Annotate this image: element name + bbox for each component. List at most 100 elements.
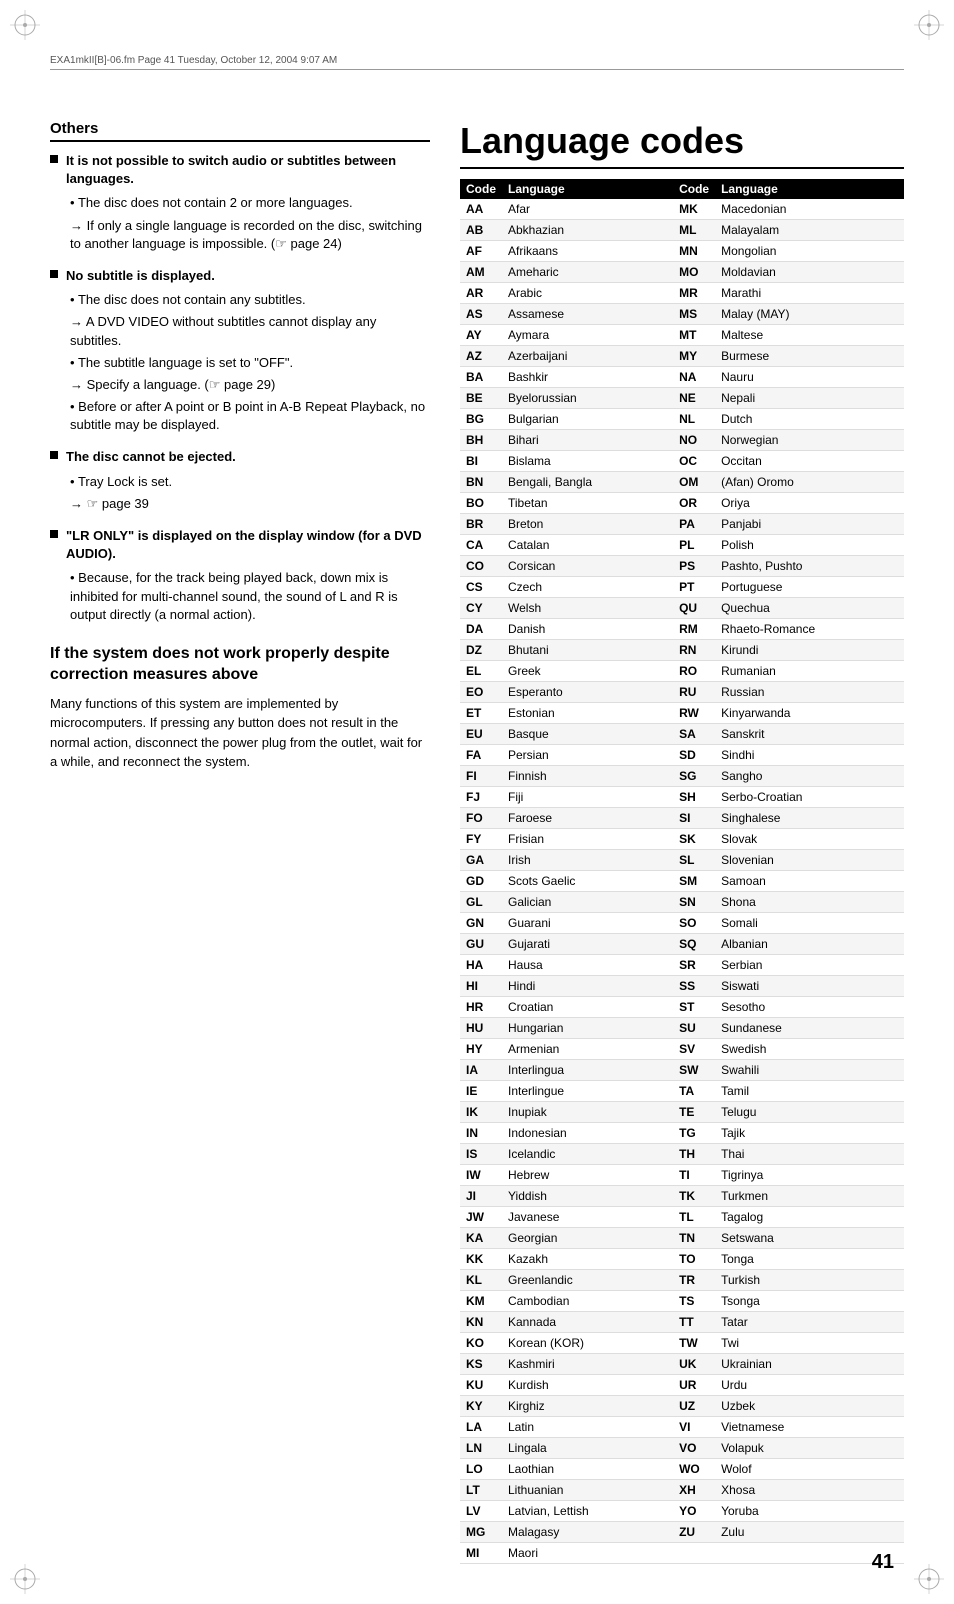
bullet-audio-subtitles: It is not possible to switch audio or su… xyxy=(50,152,430,188)
lang-code: TO xyxy=(673,1249,715,1270)
table-row: GUGujaratiSQAlbanian xyxy=(460,934,904,955)
bullet-audio-subtitles-heading: It is not possible to switch audio or su… xyxy=(66,153,396,186)
page-number: 41 xyxy=(872,1551,894,1574)
lang-name: Malay (MAY) xyxy=(715,304,904,325)
lang-name: Galician xyxy=(502,892,673,913)
lang-name: Russian xyxy=(715,682,904,703)
lang-name: Czech xyxy=(502,577,673,598)
lang-name: Bhutani xyxy=(502,640,673,661)
lang-code: BA xyxy=(460,367,502,388)
corner-decoration-br xyxy=(914,1564,944,1594)
lang-name: Turkish xyxy=(715,1270,904,1291)
lang-code: LO xyxy=(460,1459,502,1480)
lang-code: MG xyxy=(460,1522,502,1543)
lang-code: SD xyxy=(673,745,715,766)
lang-code: NE xyxy=(673,388,715,409)
lang-name: Bengali, Bangla xyxy=(502,472,673,493)
lang-code: TT xyxy=(673,1312,715,1333)
lang-name: Mongolian xyxy=(715,241,904,262)
lang-name: Lingala xyxy=(502,1438,673,1459)
lang-name: Kashmiri xyxy=(502,1354,673,1375)
bullet-no-subtitle-heading: No subtitle is displayed. xyxy=(66,268,215,283)
lang-name: Hebrew xyxy=(502,1165,673,1186)
lang-name: Tatar xyxy=(715,1312,904,1333)
lang-name: Kazakh xyxy=(502,1249,673,1270)
table-row: HIHindiSSSiswati xyxy=(460,976,904,997)
table-row: KOKorean (KOR)TWTwi xyxy=(460,1333,904,1354)
lang-code: RN xyxy=(673,640,715,661)
lang-name: Tsonga xyxy=(715,1291,904,1312)
lang-code: HR xyxy=(460,997,502,1018)
lang-name: Arabic xyxy=(502,283,673,304)
table-row: KSKashmiriUKUkrainian xyxy=(460,1354,904,1375)
lang-name: Nepali xyxy=(715,388,904,409)
lang-code: ML xyxy=(673,220,715,241)
col-header-code2: Code xyxy=(673,179,715,199)
lang-code: RO xyxy=(673,661,715,682)
lang-code: OR xyxy=(673,493,715,514)
lang-name: Kinyarwanda xyxy=(715,703,904,724)
lang-code: SR xyxy=(673,955,715,976)
table-row: KUKurdishURUrdu xyxy=(460,1375,904,1396)
table-row: GNGuaraniSOSomali xyxy=(460,913,904,934)
table-row: COCorsicanPSPashto, Pushto xyxy=(460,556,904,577)
lang-code: UZ xyxy=(673,1396,715,1417)
table-row: HUHungarianSUSundanese xyxy=(460,1018,904,1039)
bullet-lr-only-heading: "LR ONLY" is displayed on the display wi… xyxy=(66,528,422,561)
lang-name: Azerbaijani xyxy=(502,346,673,367)
lang-name: Samoan xyxy=(715,871,904,892)
lang-name: Yiddish xyxy=(502,1186,673,1207)
lang-code: WO xyxy=(673,1459,715,1480)
lang-name: Moldavian xyxy=(715,262,904,283)
lang-code: MO xyxy=(673,262,715,283)
lang-code: TR xyxy=(673,1270,715,1291)
lang-code: LN xyxy=(460,1438,502,1459)
lang-code: TK xyxy=(673,1186,715,1207)
bullet-audio-subtitles-text: It is not possible to switch audio or su… xyxy=(66,152,430,188)
bullet-square-icon3 xyxy=(50,451,58,459)
table-row: INIndonesianTGTajik xyxy=(460,1123,904,1144)
lang-name: Interlingue xyxy=(502,1081,673,1102)
table-row: IEInterlingueTATamil xyxy=(460,1081,904,1102)
lang-code: SW xyxy=(673,1060,715,1081)
lang-name: Malayalam xyxy=(715,220,904,241)
lang-code: IN xyxy=(460,1123,502,1144)
lang-code: LT xyxy=(460,1480,502,1501)
table-row: BIBislamaOCOccitan xyxy=(460,451,904,472)
lang-name: Somali xyxy=(715,913,904,934)
lang-code: CY xyxy=(460,598,502,619)
lang-name: Bislama xyxy=(502,451,673,472)
lang-code: UK xyxy=(673,1354,715,1375)
lang-code: FJ xyxy=(460,787,502,808)
lang-code: FA xyxy=(460,745,502,766)
lang-code: VI xyxy=(673,1417,715,1438)
arrow-single-language: If only a single language is recorded on… xyxy=(70,217,430,253)
arrow-dvd-no-subtitles: A DVD VIDEO without subtitles cannot dis… xyxy=(70,313,430,349)
corner-decoration-tr xyxy=(914,10,944,40)
lang-code: EL xyxy=(460,661,502,682)
lang-name: Inupiak xyxy=(502,1102,673,1123)
lang-name: Occitan xyxy=(715,451,904,472)
lang-code: UR xyxy=(673,1375,715,1396)
table-row: GLGalicianSNShona xyxy=(460,892,904,913)
lang-name: Panjabi xyxy=(715,514,904,535)
lang-name: Scots Gaelic xyxy=(502,871,673,892)
lang-name: Catalan xyxy=(502,535,673,556)
table-body: AAAfarMKMacedonianABAbkhazianMLMalayalam… xyxy=(460,199,904,1564)
lang-name: Sanskrit xyxy=(715,724,904,745)
lang-name: Hungarian xyxy=(502,1018,673,1039)
bullet-disc-eject-text: The disc cannot be ejected. xyxy=(66,448,236,466)
lang-code: CS xyxy=(460,577,502,598)
table-row: AFAfrikaansMNMongolian xyxy=(460,241,904,262)
lang-code: BR xyxy=(460,514,502,535)
table-row: AMAmeharicMOMoldavian xyxy=(460,262,904,283)
lang-name: Norwegian xyxy=(715,430,904,451)
lang-name: Dutch xyxy=(715,409,904,430)
lang-code: IS xyxy=(460,1144,502,1165)
lang-code: BH xyxy=(460,430,502,451)
bullet-no-subtitle: No subtitle is displayed. xyxy=(50,267,430,285)
table-row: DADanishRMRhaeto-Romance xyxy=(460,619,904,640)
table-row: KAGeorgianTNSetswana xyxy=(460,1228,904,1249)
lang-code: GU xyxy=(460,934,502,955)
lang-code: PL xyxy=(673,535,715,556)
